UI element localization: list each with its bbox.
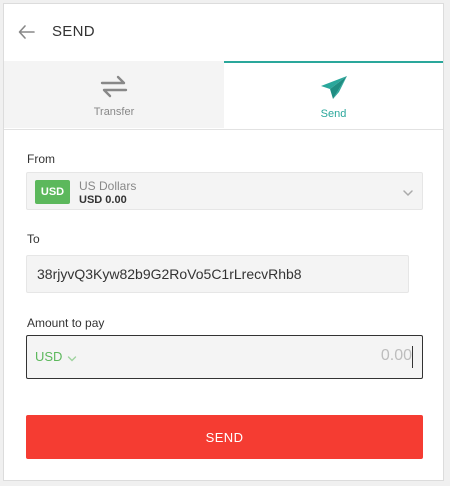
arrow-left-icon[interactable] (17, 22, 37, 42)
text-caret (412, 346, 413, 368)
page-title: SEND (52, 23, 95, 40)
tab-bar: Transfer Send (4, 61, 443, 130)
from-label: From (27, 152, 55, 166)
amount-input[interactable]: USD 0.00 (26, 335, 423, 379)
currency-badge: USD (35, 180, 70, 204)
to-label: To (27, 232, 40, 246)
header: SEND (4, 4, 443, 61)
tab-transfer-label: Transfer (93, 106, 135, 118)
chevron-down-icon (67, 351, 77, 362)
amount-currency-select[interactable]: USD (35, 349, 62, 364)
currency-balance: USD 0.00 (79, 194, 127, 206)
amount-label: Amount to pay (27, 316, 105, 330)
transfer-arrows-icon (99, 73, 129, 99)
paper-plane-icon (319, 75, 349, 101)
send-panel: SEND Transfer Send From USD US Dollars U… (3, 3, 444, 481)
to-address-field[interactable]: 38rjyvQ3Kyw82b9G2RoVo5C1rLrecvRhb8 (26, 255, 409, 293)
tab-transfer[interactable]: Transfer (4, 61, 224, 128)
send-button[interactable]: SEND (26, 415, 423, 459)
tab-send[interactable]: Send (224, 61, 443, 128)
currency-name: US Dollars (79, 179, 137, 193)
amount-value: 0.00 (380, 347, 412, 364)
from-currency-select[interactable]: USD US Dollars USD 0.00 (26, 172, 423, 210)
tab-send-label: Send (320, 108, 347, 120)
chevron-down-icon (402, 186, 414, 198)
